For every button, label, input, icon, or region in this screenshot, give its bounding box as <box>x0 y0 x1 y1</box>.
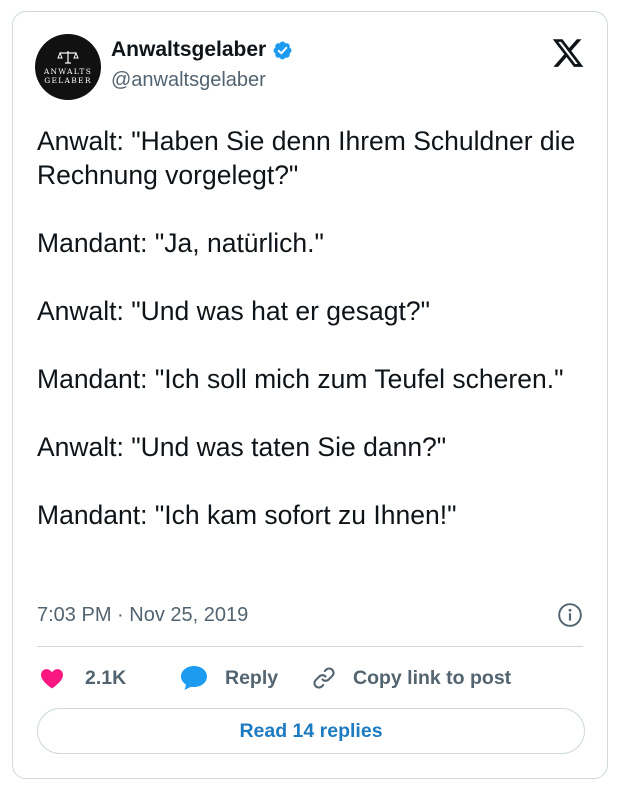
avatar-text-line2: GELABER <box>44 75 92 85</box>
post-text: Anwalt: "Haben Sie denn Ihrem Schuldner … <box>37 124 597 532</box>
post-timestamp[interactable]: 7:03 PM · Nov 25, 2019 <box>37 604 248 627</box>
post-paragraph: Mandant: "Ja, natürlich." <box>37 228 324 258</box>
copy-link-label: Copy link to post <box>353 666 512 689</box>
verified-badge-icon <box>273 41 292 59</box>
post-card: ANWALTS GELABER Anwaltsgelaber @anwaltsg… <box>12 11 608 779</box>
reply-label: Reply <box>225 666 279 689</box>
reply-button[interactable]: Reply <box>179 660 278 696</box>
post-paragraph: Anwalt: "Haben Sie denn Ihrem Schuldner … <box>37 126 576 190</box>
divider <box>37 646 583 647</box>
link-icon <box>313 667 335 689</box>
speech-bubble-icon <box>181 666 207 690</box>
x-logo-icon[interactable] <box>551 36 585 70</box>
scales-of-justice-icon <box>57 50 79 64</box>
heart-icon <box>40 669 64 689</box>
read-replies-button[interactable]: Read 14 replies <box>37 708 585 754</box>
avatar-text-line1: ANWALTS <box>43 66 93 76</box>
author-name[interactable]: Anwaltsgelaber <box>111 38 266 62</box>
avatar[interactable]: ANWALTS GELABER <box>35 34 101 100</box>
post-meta: 7:03 PM · Nov 25, 2019 <box>37 602 585 632</box>
post-paragraph: Anwalt: "Und was taten Sie dann?" <box>37 432 447 462</box>
post-paragraph: Mandant: "Ich soll mich zum Teufel scher… <box>37 364 564 394</box>
author-handle[interactable]: @anwaltsgelaber <box>111 69 266 92</box>
info-icon[interactable] <box>557 602 583 628</box>
post-paragraph: Anwalt: "Und was hat er gesagt?" <box>37 296 430 326</box>
like-button[interactable]: 2.1K <box>39 660 126 696</box>
like-count: 2.1K <box>85 666 127 689</box>
copy-link-button[interactable]: Copy link to post <box>311 660 511 696</box>
read-replies-label: Read 14 replies <box>239 719 383 742</box>
post-paragraph: Mandant: "Ich kam sofort zu Ihnen!" <box>37 500 457 530</box>
action-bar: 2.1K Reply Copy link to post <box>37 660 585 696</box>
author-row: Anwaltsgelaber <box>111 38 293 62</box>
